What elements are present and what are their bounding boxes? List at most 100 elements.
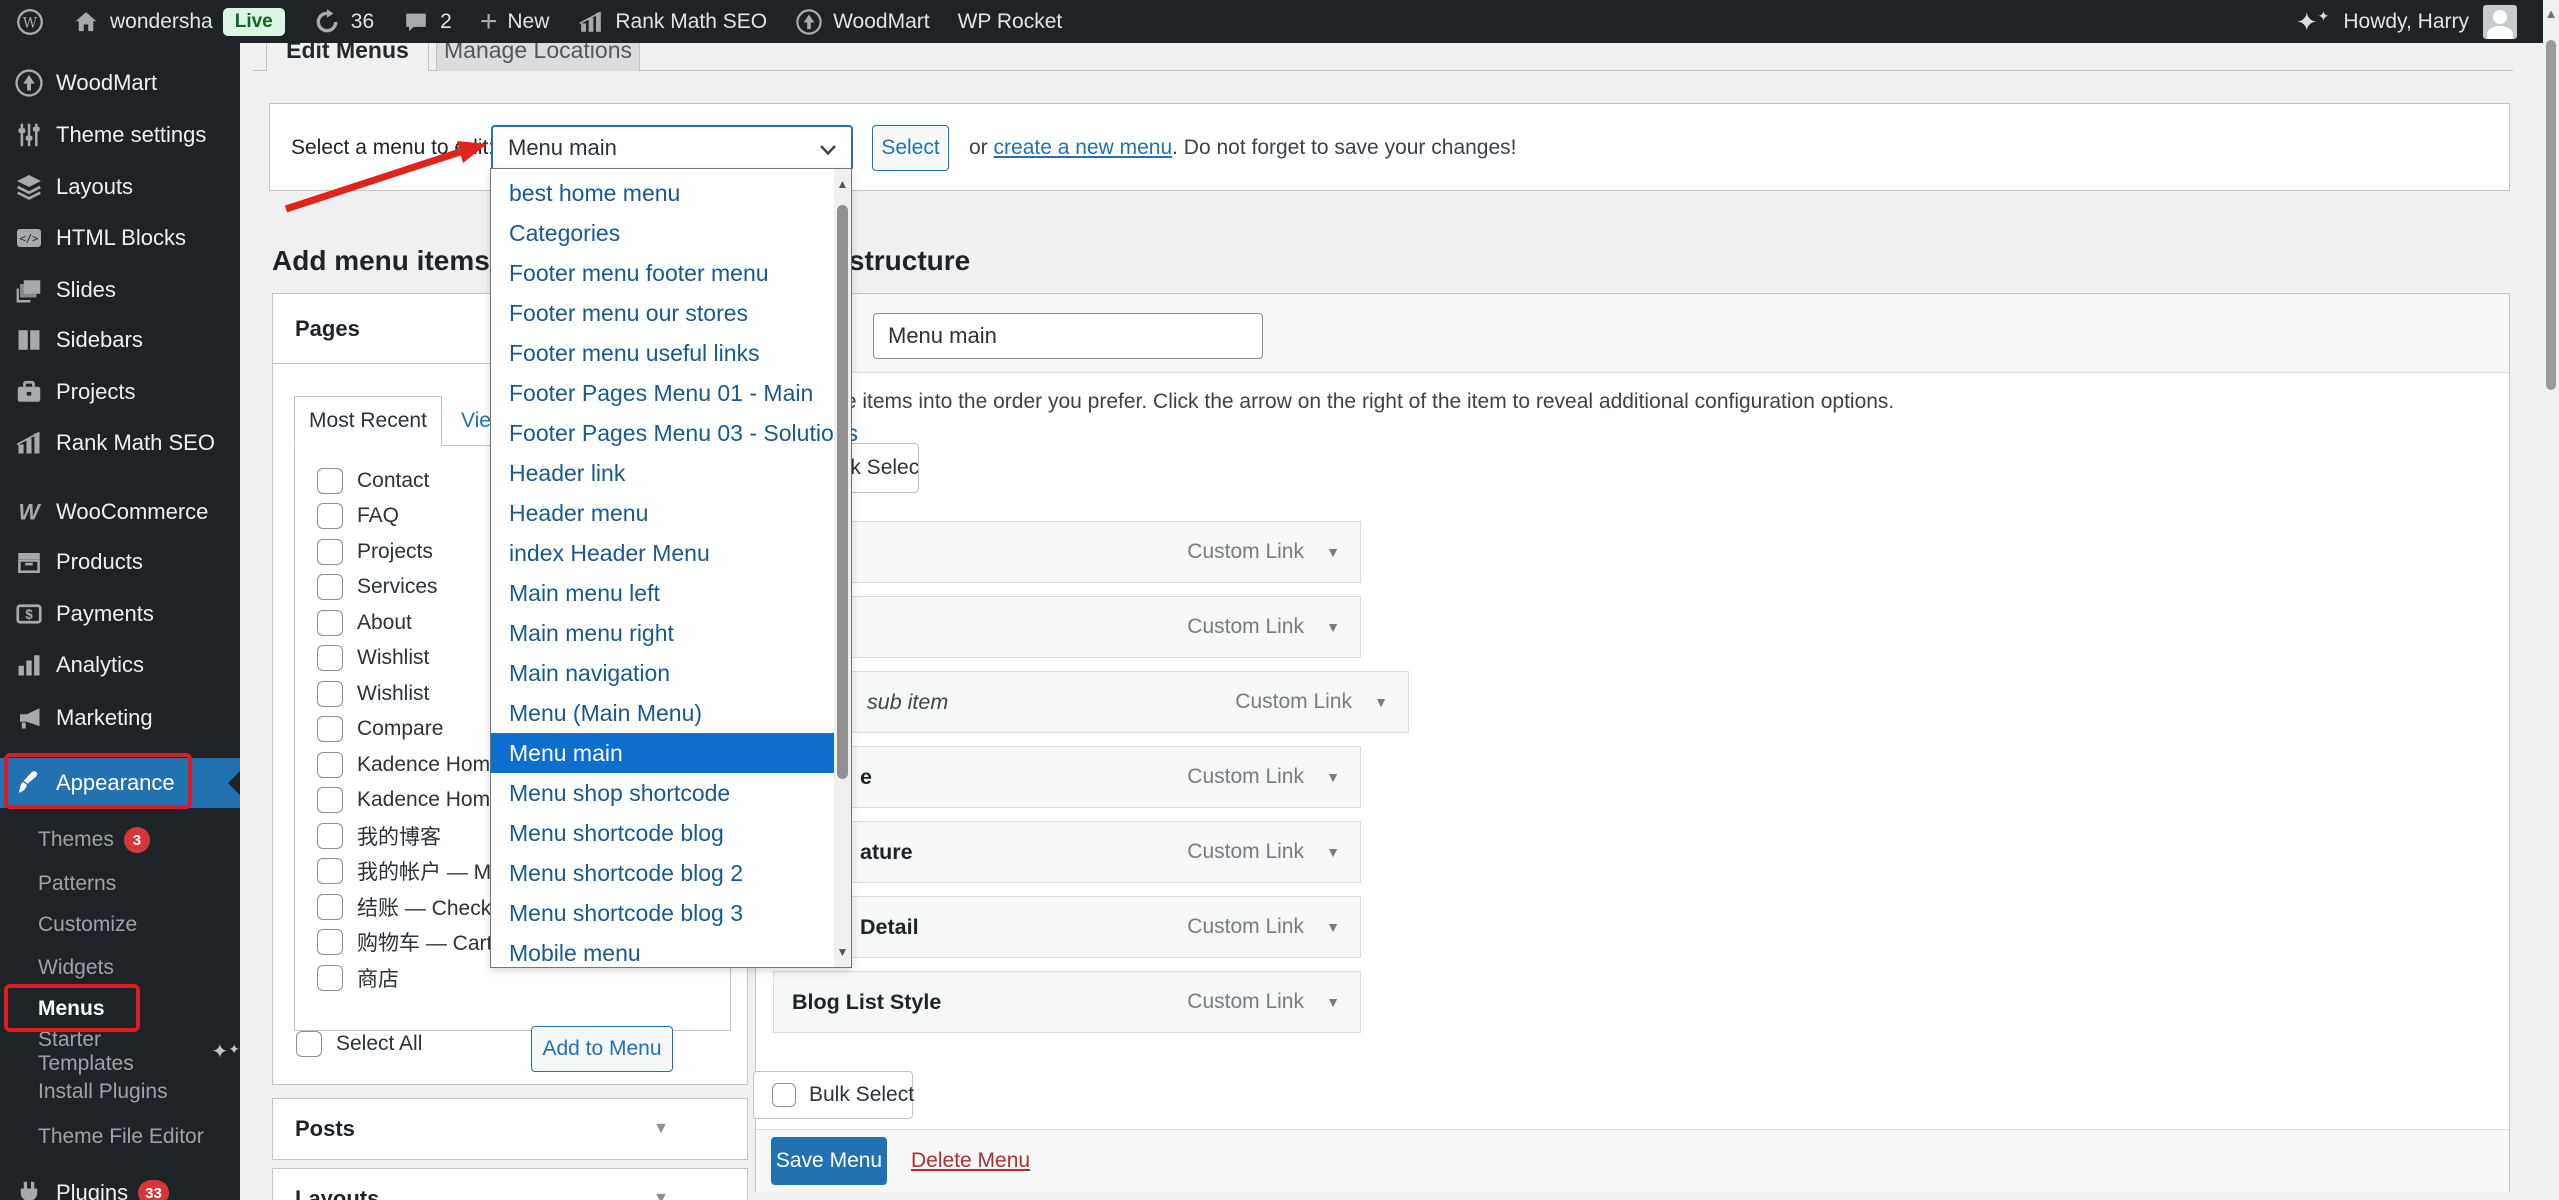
dropdown-option[interactable]: Footer Pages Menu 03 - Solutions	[491, 413, 835, 453]
chevron-down-icon[interactable]: ▼	[1326, 919, 1340, 935]
comments-menu[interactable]: 2	[402, 8, 452, 36]
site-menu[interactable]: wondersha Live	[72, 8, 285, 36]
tab-most-recent[interactable]: Most Recent	[294, 396, 442, 446]
checkbox[interactable]	[317, 681, 343, 707]
avatar[interactable]	[2483, 5, 2517, 39]
dropdown-option[interactable]: best home menu	[491, 173, 835, 213]
chevron-down-icon[interactable]: ▼	[1326, 544, 1340, 560]
scroll-up-icon[interactable]: ▲	[2543, 6, 2559, 21]
dropdown-option[interactable]: Mobile menu	[491, 933, 835, 973]
chevron-down-icon[interactable]: ▼	[1326, 619, 1340, 635]
dropdown-option[interactable]: Categories	[491, 213, 835, 253]
dropdown-option[interactable]: Main menu left	[491, 573, 835, 613]
bulk-select-checkbox[interactable]	[772, 1083, 796, 1107]
sidebar-item-starter-templates[interactable]: Starter Templates ✦✦	[0, 1031, 240, 1073]
sidebar-item-patterns[interactable]: Patterns	[0, 863, 240, 905]
dropdown-option[interactable]: Menu shortcode blog	[491, 813, 835, 853]
dropdown-option[interactable]: Menu shop shortcode	[491, 773, 835, 813]
new-menu[interactable]: + New	[480, 9, 550, 35]
dropdown-option[interactable]: Menu main	[491, 733, 835, 773]
scrollbar-thumb[interactable]	[837, 205, 848, 779]
chevron-down-icon[interactable]: ▼	[1326, 994, 1340, 1010]
create-new-menu-link[interactable]: create a new menu	[994, 136, 1173, 160]
menu-item-row[interactable]: Detail Custom Link ▼	[773, 896, 1361, 958]
dropdown-option[interactable]: Footer menu our stores	[491, 293, 835, 333]
checkbox[interactable]	[317, 787, 343, 813]
sidebar-item-customize[interactable]: Customize	[0, 904, 240, 946]
woodmart-menu[interactable]: WoodMart	[795, 8, 929, 36]
menu-select-dropdown[interactable]: Menu main	[491, 125, 853, 171]
dropdown-option[interactable]: Footer menu useful links	[491, 333, 835, 373]
sidebar-item-plugins[interactable]: Plugins 33	[0, 1168, 240, 1200]
dropdown-option[interactable]: Main menu right	[491, 613, 835, 653]
bulk-select-bottom[interactable]: Bulk Select	[753, 1071, 913, 1119]
checkbox[interactable]	[317, 610, 343, 636]
sidebar-item-products[interactable]: Products	[0, 537, 240, 587]
checkbox[interactable]	[317, 929, 343, 955]
sidebar-item-theme-settings[interactable]: Theme settings	[0, 110, 240, 160]
sidebar-item-analytics[interactable]: Analytics	[0, 640, 240, 690]
dropdown-option[interactable]: Footer Pages Menu 01 - Main	[491, 373, 835, 413]
menu-item-row[interactable]: sub item Custom Link ▼	[821, 671, 1409, 733]
sidebar-item-html-blocks[interactable]: </> HTML Blocks	[0, 213, 240, 263]
rank-math-menu[interactable]: Rank Math SEO	[577, 8, 767, 36]
menu-item-row[interactable]: e Custom Link ▼	[773, 746, 1361, 808]
scroll-down-icon[interactable]: ▼	[834, 939, 851, 965]
window-scrollbar[interactable]: ▲	[2543, 0, 2559, 1200]
menu-item-row[interactable]: Custom Link ▼	[773, 596, 1361, 658]
checkbox[interactable]	[317, 823, 343, 849]
sidebar-item-payments[interactable]: $ Payments	[0, 589, 240, 639]
wp-rocket-menu[interactable]: WP Rocket	[958, 10, 1063, 34]
dropdown-scrollbar[interactable]: ▲ ▼	[834, 169, 851, 967]
menu-item-row[interactable]: ature Custom Link ▼	[773, 821, 1361, 883]
sidebar-item-marketing[interactable]: Marketing	[0, 693, 240, 743]
sidebar-item-projects[interactable]: Projects	[0, 367, 240, 417]
dropdown-option[interactable]: Menu shortcode blog 3	[491, 893, 835, 933]
sparkles-icon[interactable]: ✦✦	[2296, 9, 2330, 35]
checkbox[interactable]	[317, 894, 343, 920]
checkbox[interactable]	[317, 716, 343, 742]
add-to-menu-button[interactable]: Add to Menu	[531, 1026, 673, 1072]
sidebar-item-theme-file-editor[interactable]: Theme File Editor	[0, 1116, 240, 1158]
checkbox[interactable]	[317, 965, 343, 991]
dropdown-option[interactable]: Main navigation	[491, 653, 835, 693]
checkbox[interactable]	[317, 503, 343, 529]
dropdown-option[interactable]: Menu shortcode blog 2	[491, 853, 835, 893]
chevron-down-icon[interactable]: ▼	[1326, 844, 1340, 860]
sidebar-item-rank-math[interactable]: Rank Math SEO	[0, 418, 240, 468]
sidebar-item-woocommerce[interactable]: W WooCommerce	[0, 487, 240, 537]
checkbox[interactable]	[317, 858, 343, 884]
sidebar-item-sidebars[interactable]: Sidebars	[0, 315, 240, 365]
chevron-down-icon[interactable]: ▼	[1374, 694, 1388, 710]
menu-item-row[interactable]: Custom Link ▼	[773, 521, 1361, 583]
posts-accordion[interactable]: Posts ▼	[272, 1098, 748, 1160]
dropdown-option[interactable]: Header link	[491, 453, 835, 493]
dropdown-option[interactable]: Header menu	[491, 493, 835, 533]
layouts-accordion[interactable]: Layouts ▼	[272, 1168, 748, 1200]
checkbox[interactable]	[317, 539, 343, 565]
checkbox[interactable]	[317, 574, 343, 600]
menu-item-row[interactable]: Blog List Style Custom Link ▼	[773, 971, 1361, 1033]
menu-name-input[interactable]	[873, 313, 1263, 359]
dropdown-option[interactable]: index Header Menu	[491, 533, 835, 573]
checkbox[interactable]	[317, 645, 343, 671]
sidebar-item-install-plugins[interactable]: Install Plugins	[0, 1071, 240, 1113]
sidebar-item-slides[interactable]: Slides	[0, 265, 240, 315]
select-all-checkbox[interactable]	[296, 1031, 322, 1057]
delete-menu-link[interactable]: Delete Menu	[911, 1149, 1030, 1173]
chevron-down-icon[interactable]: ▼	[1326, 769, 1340, 785]
sidebar-item-themes[interactable]: Themes 3	[0, 819, 240, 861]
dropdown-option[interactable]: Footer menu footer menu	[491, 253, 835, 293]
checkbox[interactable]	[317, 468, 343, 494]
wp-logo-menu[interactable]: W	[16, 8, 44, 36]
howdy-label[interactable]: Howdy, Harry	[2343, 10, 2469, 34]
sidebar-item-layouts[interactable]: Layouts	[0, 162, 240, 212]
select-button[interactable]: Select	[872, 125, 949, 171]
checkbox[interactable]	[317, 752, 343, 778]
updates-menu[interactable]: 36	[313, 8, 374, 36]
dropdown-option[interactable]: Menu (Main Menu)	[491, 693, 835, 733]
scrollbar-thumb[interactable]	[2546, 40, 2556, 390]
save-menu-button[interactable]: Save Menu	[771, 1137, 887, 1185]
sidebar-item-woodmart[interactable]: WoodMart	[0, 58, 240, 108]
scroll-up-icon[interactable]: ▲	[834, 171, 851, 197]
